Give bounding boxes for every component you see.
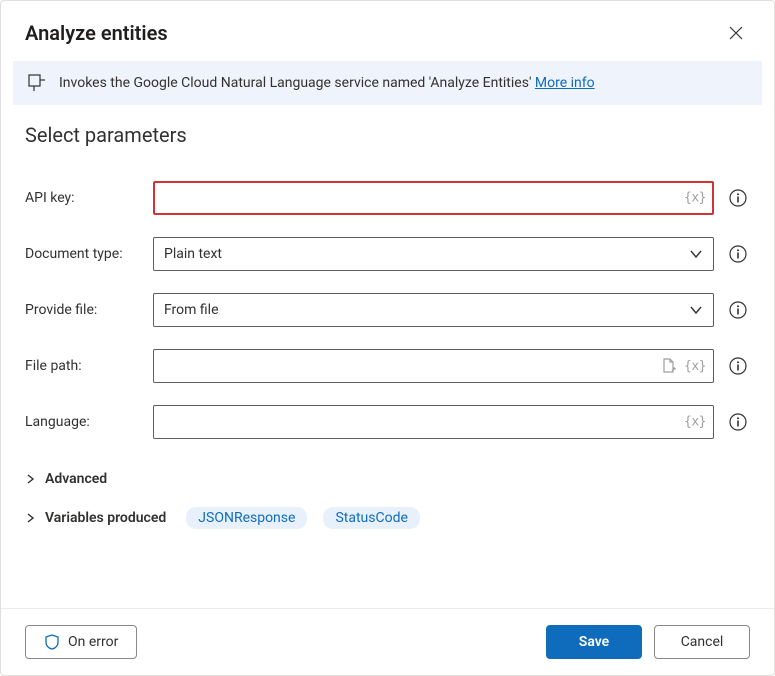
save-label: Save [579, 634, 609, 650]
info-button-file-path[interactable] [726, 354, 750, 378]
row-document-type: Document type: Plain text [25, 237, 750, 271]
info-icon [729, 189, 747, 207]
info-text: Invokes the Google Cloud Natural Languag… [59, 75, 748, 91]
label-api-key: API key: [25, 190, 141, 206]
api-key-input[interactable] [153, 181, 714, 215]
row-provide-file: Provide file: From file [25, 293, 750, 327]
close-button[interactable] [722, 19, 750, 47]
dialog-header: Analyze entities [1, 1, 774, 61]
language-field-wrap: {x} [153, 405, 714, 439]
chevron-right-icon [25, 512, 37, 524]
advanced-expander[interactable]: Advanced [1, 461, 774, 497]
on-error-button[interactable]: On error [25, 625, 137, 659]
dialog-title: Analyze entities [25, 21, 168, 45]
close-icon [729, 26, 743, 40]
api-key-field-wrap: {x} [153, 181, 714, 215]
cancel-button[interactable]: Cancel [654, 625, 750, 659]
document-type-value: Plain text [164, 246, 222, 262]
chevron-right-icon [25, 473, 37, 485]
label-language: Language: [25, 414, 141, 430]
row-api-key: API key: {x} [25, 181, 750, 215]
dialog-footer: On error Save Cancel [1, 608, 774, 675]
info-button-document-type[interactable] [726, 242, 750, 266]
parameters-area: API key: {x} Document type: Plain text [1, 153, 774, 461]
provide-file-value: From file [164, 302, 219, 318]
info-icon [729, 245, 747, 263]
variables-produced-expander[interactable]: Variables produced JSONResponse StatusCo… [1, 497, 774, 539]
variables-produced-label: Variables produced [45, 510, 166, 526]
variable-token-icon[interactable]: {x} [684, 359, 706, 374]
provide-file-field-wrap: From file [153, 293, 714, 327]
analyze-entities-dialog: Analyze entities Invokes the Google Clou… [0, 0, 775, 676]
variable-token-icon[interactable]: {x} [684, 415, 706, 430]
info-icon [729, 413, 747, 431]
badge-json-response[interactable]: JSONResponse [186, 507, 307, 529]
row-file-path: File path: {x} [25, 349, 750, 383]
file-picker-icon[interactable] [660, 357, 678, 375]
info-icon [729, 301, 747, 319]
section-title: Select parameters [1, 113, 774, 153]
info-text-label: Invokes the Google Cloud Natural Languag… [59, 75, 535, 91]
on-error-label: On error [68, 634, 118, 650]
more-info-link[interactable]: More info [535, 75, 595, 91]
info-icon [729, 357, 747, 375]
document-type-select[interactable]: Plain text [153, 237, 714, 271]
row-language: Language: {x} [25, 405, 750, 439]
chevron-down-icon [689, 303, 703, 317]
info-button-provide-file[interactable] [726, 298, 750, 322]
badge-status-code[interactable]: StatusCode [323, 507, 419, 529]
document-type-field-wrap: Plain text [153, 237, 714, 271]
action-type-icon [27, 73, 47, 93]
language-input[interactable] [153, 405, 714, 439]
variable-token-icon[interactable]: {x} [684, 191, 706, 206]
chevron-down-icon [689, 247, 703, 261]
save-button[interactable]: Save [546, 625, 642, 659]
label-document-type: Document type: [25, 246, 141, 262]
info-button-language[interactable] [726, 410, 750, 434]
cancel-label: Cancel [681, 634, 724, 650]
advanced-label: Advanced [45, 471, 107, 487]
provide-file-select[interactable]: From file [153, 293, 714, 327]
info-bar: Invokes the Google Cloud Natural Languag… [13, 61, 762, 105]
file-path-input[interactable] [153, 349, 714, 383]
shield-icon [44, 634, 60, 650]
produced-variable-badges: JSONResponse StatusCode [186, 507, 420, 529]
file-path-field-wrap: {x} [153, 349, 714, 383]
label-provide-file: Provide file: [25, 302, 141, 318]
label-file-path: File path: [25, 358, 141, 374]
info-button-api-key[interactable] [726, 186, 750, 210]
